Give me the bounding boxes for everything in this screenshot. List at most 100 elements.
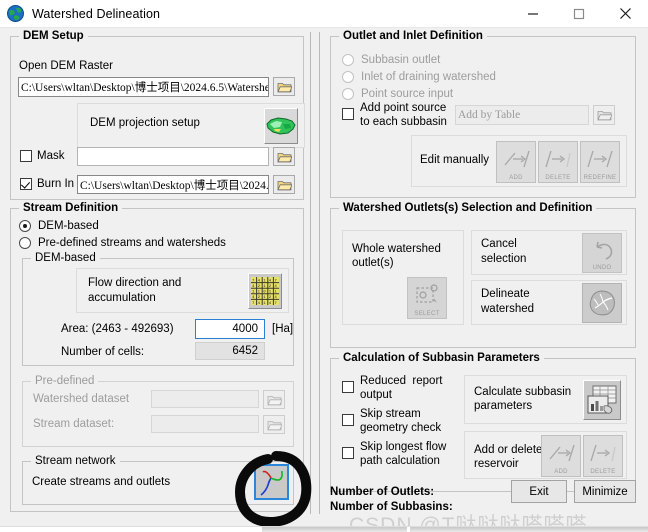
redefine-outlet-icon[interactable]: REDEFINE xyxy=(580,141,620,183)
delineate-watershed-panel: Delineate watershed xyxy=(471,280,627,325)
watershed-icon[interactable] xyxy=(582,283,622,323)
number-of-cells-label: Number of cells: xyxy=(61,346,145,358)
delete-outlet-icon[interactable]: DELETE xyxy=(538,141,578,183)
mask-label: Mask xyxy=(37,150,65,162)
dem-raster-input[interactable]: C:\Users\wltan\Desktop\博士项目\2024.6.5\Wat… xyxy=(18,77,269,97)
dem-based-legend: DEM-based xyxy=(31,252,100,264)
watershed-dataset-label: Watershed dataset xyxy=(33,393,130,405)
stream-network-legend: Stream network xyxy=(31,455,120,467)
burn-in-label: Burn In xyxy=(37,178,75,190)
delete-outlet-caption: DELETE xyxy=(545,175,571,181)
select-caption: SELECT xyxy=(414,311,440,317)
radio-dem-based[interactable] xyxy=(19,220,31,232)
radio-pre-defined-label: Pre-defined streams and watersheds xyxy=(38,237,226,249)
burn-in-input[interactable]: C:\Users\wltan\Desktop\博士项目\2024.6 xyxy=(77,175,269,194)
dem-setup-group: DEM Setup Open DEM Raster C:\Users\wltan… xyxy=(10,30,305,200)
cancel-selection-label-line1: Cancel xyxy=(481,238,517,250)
minimize-window-button[interactable] xyxy=(510,0,556,27)
watershed-dataset-input[interactable] xyxy=(151,390,259,408)
stream-dataset-input[interactable] xyxy=(151,415,259,433)
redefine-outlet-caption: REDEFINE xyxy=(583,175,617,181)
cancel-selection-label-line2: selection xyxy=(481,253,527,265)
add-delete-reservoir-panel: Add or delete reservoir ADD DELETE xyxy=(464,431,627,479)
title-bar: Watershed Delineation xyxy=(0,0,648,28)
burn-in-browse-button[interactable] xyxy=(273,175,295,194)
number-of-cells-value: 6452 xyxy=(195,342,265,360)
undo-icon[interactable]: UNDO xyxy=(582,233,622,273)
exit-button[interactable]: Exit xyxy=(511,480,567,503)
mask-checkbox[interactable] xyxy=(20,150,32,162)
pre-defined-legend: Pre-defined xyxy=(31,375,99,387)
reduced-report-label-line1: Reduced report xyxy=(360,375,443,387)
add-by-table-browse-button[interactable] xyxy=(593,105,615,125)
stream-network-icon[interactable] xyxy=(254,464,289,500)
report-table-icon[interactable] xyxy=(583,380,621,420)
background-blur-right xyxy=(410,527,648,532)
dem-setup-legend: DEM Setup xyxy=(19,30,88,42)
reduced-report-label-line2: output xyxy=(360,389,392,401)
radio-pre-defined[interactable] xyxy=(19,237,31,249)
grid-raster-icon[interactable]: 74147 42124 11011 42124 74147 xyxy=(248,273,282,309)
dem-projection-label: DEM projection setup xyxy=(90,117,200,129)
stream-definition-legend: Stream Definition xyxy=(19,202,123,214)
stream-definition-group: Stream Definition DEM-based Pre-defined … xyxy=(10,202,304,512)
skip-stream-geometry-checkbox[interactable] xyxy=(342,414,354,426)
whole-watershed-label-line2: outlet(s) xyxy=(352,257,394,269)
background-blur-left xyxy=(262,527,407,532)
reservoir-label-line2: reservoir xyxy=(474,458,519,470)
cancel-selection-panel: Cancel selection UNDO xyxy=(471,230,627,275)
add-point-source-label-line1: Add point source xyxy=(360,102,447,114)
flow-direction-label-line2: accumulation xyxy=(88,292,156,304)
area-label: Area: (2463 - 492693) xyxy=(61,323,174,335)
area-input[interactable]: 4000 xyxy=(195,319,265,339)
radio-point-source-input[interactable] xyxy=(342,88,354,100)
maximize-window-button[interactable] xyxy=(556,0,602,27)
radio-subbasin-outlet[interactable] xyxy=(342,54,354,66)
skip-longest-flow-label-line2: path calculation xyxy=(360,455,440,467)
reduced-report-output-checkbox[interactable] xyxy=(342,381,354,393)
add-point-source-label-line2: to each subbasin xyxy=(360,116,447,128)
whole-watershed-label-line1: Whole watershed xyxy=(352,243,441,255)
delineate-label-line2: watershed xyxy=(481,303,535,315)
dem-based-subgroup: DEM-based Flow direction and accumulatio… xyxy=(22,252,294,366)
skip-stream-label-line2: geometry check xyxy=(360,422,442,434)
add-reservoir-icon[interactable]: ADD xyxy=(541,435,581,477)
outlet-inlet-legend: Outlet and Inlet Definition xyxy=(339,30,487,42)
globe-icon xyxy=(7,5,24,22)
add-outlet-icon[interactable]: ADD xyxy=(496,141,536,183)
flow-direction-label-line1: Flow direction and xyxy=(88,277,182,289)
whole-watershed-outlet-panel: Whole watershed outlet(s) SELECT xyxy=(342,230,464,325)
radio-dem-based-label: DEM-based xyxy=(38,220,99,232)
delineate-label-line1: Delineate xyxy=(481,288,530,300)
edit-manually-label: Edit manually xyxy=(420,154,490,166)
outlet-inlet-definition-group: Outlet and Inlet Definition Subbasin out… xyxy=(330,30,636,198)
skip-longest-flow-checkbox[interactable] xyxy=(342,447,354,459)
stream-dataset-browse-button[interactable] xyxy=(263,415,285,434)
radio-subbasin-outlet-label: Subbasin outlet xyxy=(361,54,441,66)
calculate-label-line2: parameters xyxy=(474,400,533,412)
stream-network-subgroup: Stream network Create streams and outlet… xyxy=(22,455,294,505)
usa-map-icon[interactable] xyxy=(264,108,298,144)
minimize-button[interactable]: Minimize xyxy=(574,480,636,503)
area-unit-label: [Ha] xyxy=(272,323,294,335)
add-reservoir-caption: ADD xyxy=(554,469,568,475)
dem-raster-browse-button[interactable] xyxy=(273,77,295,96)
delete-reservoir-icon[interactable]: DELETE xyxy=(583,435,623,477)
select-icon[interactable]: SELECT xyxy=(407,277,447,319)
subbasin-parameters-legend: Calculation of Subbasin Parameters xyxy=(339,352,544,364)
edit-manually-panel: Edit manually ADD DELETE REDEFINE xyxy=(411,135,627,187)
radio-inlet-draining-watershed[interactable] xyxy=(342,71,354,83)
dialog-body: DEM Setup Open DEM Raster C:\Users\wltan… xyxy=(0,28,648,532)
mask-input[interactable] xyxy=(77,147,269,166)
watershed-dataset-browse-button[interactable] xyxy=(263,390,285,409)
close-window-button[interactable] xyxy=(602,0,648,27)
radio-inlet-draining-watershed-label: Inlet of draining watershed xyxy=(361,71,496,83)
mask-browse-button[interactable] xyxy=(273,147,295,166)
flow-direction-panel: Flow direction and accumulation 7 4 1 4 … xyxy=(76,268,289,313)
pre-defined-subgroup: Pre-defined Watershed dataset Stream dat… xyxy=(22,375,294,447)
open-dem-raster-label: Open DEM Raster xyxy=(19,60,113,72)
stream-dataset-label: Stream dataset: xyxy=(33,418,115,430)
add-by-table-input[interactable]: Add by Table xyxy=(455,105,589,125)
add-point-source-checkbox[interactable] xyxy=(342,108,354,120)
burn-in-checkbox[interactable] xyxy=(20,178,32,190)
